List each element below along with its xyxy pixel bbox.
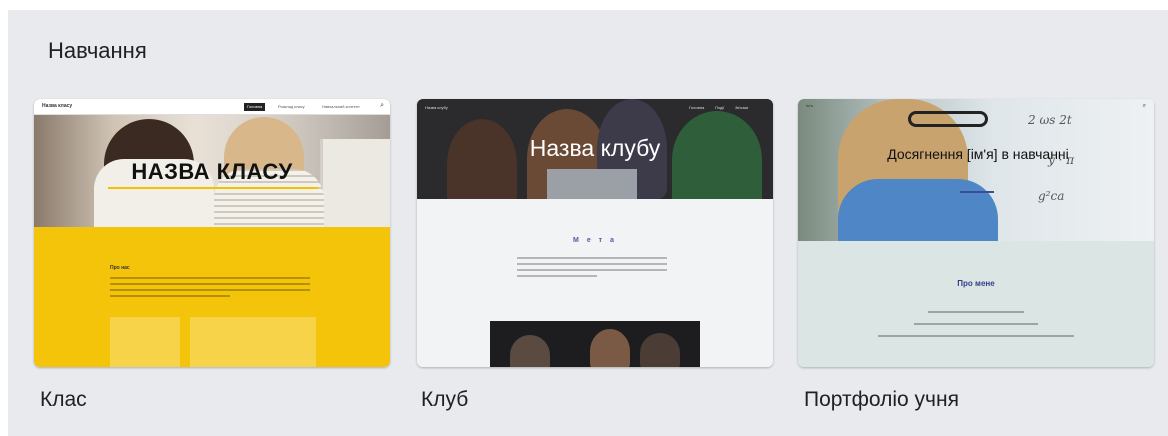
- club-nav-item: Зв'язки: [735, 105, 749, 110]
- club-section-heading: М е т а: [573, 237, 617, 244]
- club-site-name: Назва клубу: [425, 105, 448, 110]
- class-nav-item: Головна: [244, 103, 266, 111]
- portfolio-hero-title: Досягнення [ім'я] в навчанні: [887, 146, 1069, 162]
- class-nav-item: Навчальний контент: [322, 104, 360, 109]
- club-nav-item: Головна: [689, 105, 705, 110]
- club-gallery-image: [490, 321, 700, 367]
- portfolio-hero-image: 2 ωs 2t y · π g²ca Ім'я ⌕ Досягнення [ім…: [798, 99, 1154, 241]
- class-site-name: Назва класу: [42, 103, 73, 109]
- portfolio-section-heading: Про мене: [957, 279, 995, 288]
- class-hero-title: НАЗВА КЛАСУ: [131, 159, 293, 184]
- template-label-student-portfolio[interactable]: Портфоліо учня: [804, 388, 959, 412]
- section-title: Навчання: [48, 38, 147, 63]
- class-hero-image: НАЗВА КЛАСУ: [34, 99, 390, 227]
- class-preview-nav: Назва класу Головна Розклад класу Навчал…: [34, 99, 390, 115]
- template-card-class[interactable]: НАЗВА КЛАСУ Назва класу Головна Розклад …: [34, 99, 390, 367]
- class-content-section: Про нас: [34, 227, 390, 367]
- search-icon: ⌕: [1142, 103, 1146, 109]
- template-label-club[interactable]: Клуб: [421, 388, 468, 412]
- template-card-student-portfolio[interactable]: 2 ωs 2t y · π g²ca Ім'я ⌕ Досягнення [ім…: [798, 99, 1154, 367]
- club-hero-image: Назва клубу Головна Події Зв'язки Назва …: [417, 99, 773, 199]
- class-nav-item: Розклад класу: [278, 104, 305, 109]
- portfolio-content-section: Про мене: [798, 241, 1154, 367]
- portfolio-site-name: Ім'я: [806, 103, 813, 108]
- club-nav-item: Події: [715, 105, 725, 110]
- search-icon: ⌕: [380, 102, 384, 109]
- template-label-class[interactable]: Клас: [40, 388, 87, 412]
- class-section-heading: Про нас: [110, 265, 130, 271]
- template-card-club[interactable]: Назва клубу Головна Події Зв'язки Назва …: [417, 99, 773, 367]
- club-hero-title: Назва клубу: [529, 135, 661, 161]
